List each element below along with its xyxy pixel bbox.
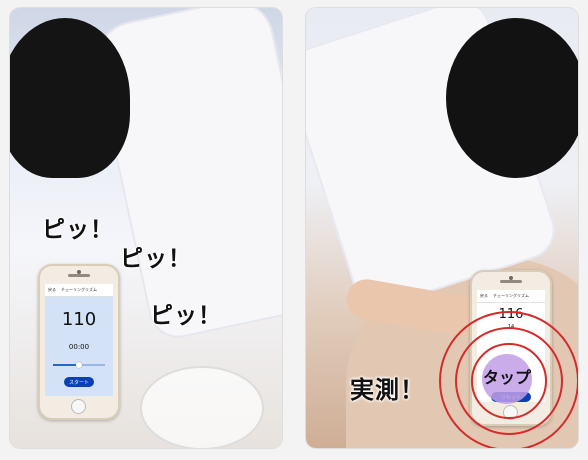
caption-measured: 実測！ [350,376,425,404]
slider-knob[interactable] [76,361,82,368]
home-button[interactable] [71,399,86,414]
left-photo-panel: ピッ！ ピッ！ ピッ！ 戻る チェーリングリズム 110 00:00 スタート [10,8,282,448]
app-title: チェーリングリズム [61,287,97,292]
student-hair-shape [446,18,578,178]
app-screen-left: 戻る チェーリングリズム 110 00:00 スタート [45,284,113,396]
right-photo-panel: 実測！ 戻る チェーリングリズム 116 14 リセット タップ [306,8,578,448]
phone-left: 戻る チェーリングリズム 110 00:00 スタート [38,264,120,420]
nav-bar: 戻る チェーリングリズム [477,290,545,303]
speaker-icon [68,274,90,277]
timer-display: 00:00 [68,343,90,351]
student-hair-shape [10,18,130,178]
start-button[interactable]: スタート [64,377,94,387]
sound-effect-2: ピッ！ [120,246,192,272]
tempo-slider[interactable] [53,361,105,368]
speaker-icon [500,280,522,283]
nav-bar: 戻る チェーリングリズム [45,284,113,297]
tempo-value: 110 [61,309,97,330]
back-button[interactable]: 戻る [48,287,56,293]
app-content: 110 00:00 スタート [45,297,113,396]
resuscitation-bag-shape [142,368,262,448]
tap-label[interactable]: タップ [450,364,564,388]
sound-effect-1: ピッ！ [42,217,114,243]
back-button[interactable]: 戻る [480,293,488,299]
sound-effect-3: ピッ！ [150,303,222,329]
app-title: チェーリングリズム [493,293,529,298]
